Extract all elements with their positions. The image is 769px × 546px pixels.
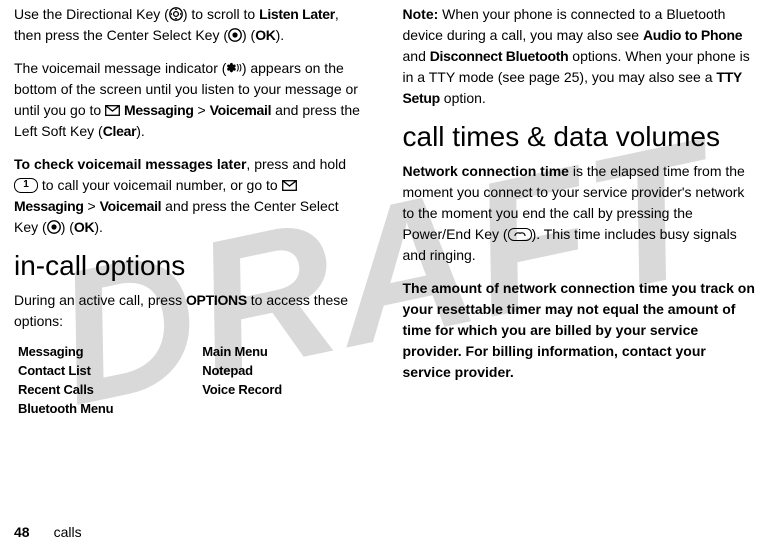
text: ) ( [61, 219, 74, 235]
para-billing-disclaimer: The amount of network connection time yo… [403, 278, 756, 383]
option-messaging: Messaging [18, 344, 182, 359]
disconnect-bt-label: Disconnect Bluetooth [430, 48, 569, 64]
voicemail-label: Voicemail [210, 102, 272, 118]
audio-to-phone-label: Audio to Phone [643, 27, 742, 43]
left-column: Use the Directional Key () to scroll to … [14, 4, 385, 546]
center-select-key-icon [228, 28, 242, 42]
option-contact-list: Contact List [18, 363, 182, 378]
para-check-vm-later: To check voicemail messages later, press… [14, 154, 367, 238]
clear-label: Clear [103, 123, 137, 139]
text: Use the Directional Key ( [14, 6, 169, 22]
directional-key-icon [169, 7, 183, 21]
text: and [403, 48, 430, 64]
text: The voicemail message indicator ( [14, 60, 226, 76]
text: ). [276, 27, 285, 43]
para-scroll-listen-later: Use the Directional Key () to scroll to … [14, 4, 367, 46]
text: , press and hold [246, 156, 346, 172]
options-label: OPTIONS [186, 292, 247, 308]
text: > [84, 198, 100, 214]
text: ). [94, 219, 103, 235]
text: > [194, 102, 210, 118]
check-vm-heading: To check voicemail messages later [14, 156, 246, 172]
asterisk-icon: ✽ [226, 59, 236, 77]
keycap-1-icon: 1 [14, 178, 38, 193]
option-notepad: Notepad [202, 363, 366, 378]
para-network-time: Network connection time is the elapsed t… [403, 161, 756, 266]
text: During an active call, press [14, 292, 186, 308]
envelope-icon [105, 105, 120, 116]
text: ). [136, 123, 145, 139]
voicemail-label: Voicemail [100, 198, 162, 214]
option-main-menu: Main Menu [202, 344, 366, 359]
envelope-icon [282, 180, 297, 191]
ok-label: OK [74, 219, 94, 235]
right-column: Note: When your phone is connected to a … [385, 4, 756, 546]
text: option. [440, 90, 486, 106]
option-bluetooth-menu: Bluetooth Menu [18, 401, 182, 416]
center-select-key-icon [47, 220, 61, 234]
heading-call-times: call times & data volumes [403, 121, 756, 153]
option-voice-record: Voice Record [202, 382, 366, 397]
options-grid: Messaging Main Menu Contact List Notepad… [18, 344, 367, 416]
para-vm-indicator: The voicemail message indicator (✽))) ap… [14, 58, 367, 142]
note-label: Note: [403, 6, 439, 22]
para-note-bluetooth: Note: When your phone is connected to a … [403, 4, 756, 109]
heading-in-call-options: in-call options [14, 250, 367, 282]
text: ) ( [242, 27, 255, 43]
messaging-label: Messaging [14, 198, 84, 214]
network-time-label: Network connection time [403, 163, 569, 179]
text: ) to scroll to [183, 6, 259, 22]
option-recent-calls: Recent Calls [18, 382, 182, 397]
power-end-key-icon [508, 228, 532, 241]
text: to call your voicemail number, or go to [38, 177, 282, 193]
para-in-call-options: During an active call, press OPTIONS to … [14, 290, 367, 332]
voicemail-indicator-icon: ✽)) [226, 59, 241, 77]
listen-later-label: Listen Later [259, 6, 335, 22]
messaging-label: Messaging [124, 102, 194, 118]
ok-label: OK [255, 27, 275, 43]
page-content: Use the Directional Key () to scroll to … [0, 0, 769, 546]
